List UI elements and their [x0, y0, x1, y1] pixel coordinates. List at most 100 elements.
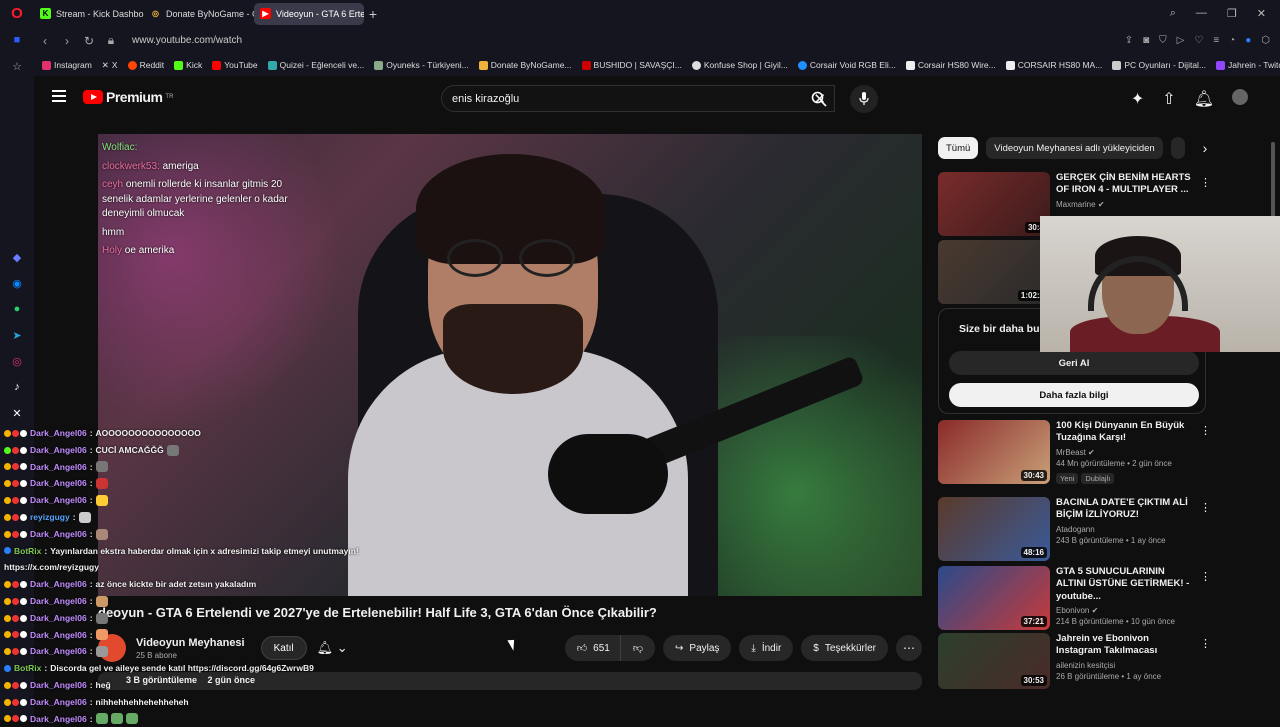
video-thumbnail[interactable]: 30:53	[938, 633, 1050, 689]
video-menu-icon[interactable]: ⋮	[1200, 570, 1211, 583]
emote-icon	[78, 511, 91, 523]
related-video[interactable]: 48:16 BACINLA DATE'E ÇIKTIM ALİ BİÇİM İZ…	[938, 497, 1268, 561]
search-input[interactable]: enis kirazoğlu	[452, 93, 519, 105]
chat-badges	[4, 715, 27, 723]
bookmark-item[interactable]: BUSHIDO | SAVAŞÇI...	[581, 60, 682, 70]
back-icon[interactable]: ‹	[34, 34, 56, 48]
video-menu-icon[interactable]: ⋮	[1200, 424, 1211, 437]
related-video[interactable]: 30:53 Jahrein ve Ebonivon Instagram Takı…	[938, 633, 1268, 689]
bookmark-item[interactable]: Kick	[174, 60, 202, 70]
twitch-icon	[1216, 60, 1226, 70]
learn-more-button[interactable]: Daha fazla bilgi	[949, 383, 1199, 407]
undo-button[interactable]: Geri Al	[949, 351, 1199, 375]
telegram-icon[interactable]: ➤	[0, 322, 34, 348]
aria-icon[interactable]: ◆	[0, 244, 34, 270]
video-thumbnail[interactable]: 37:21	[938, 566, 1050, 630]
bookmark-item[interactable]: ✕ X	[102, 60, 118, 71]
chat-message: Dark_Angel06:	[4, 627, 424, 644]
bookmark-item[interactable]: YouTube	[212, 60, 258, 70]
scrollbar-thumb[interactable]	[1271, 142, 1275, 222]
camera-icon[interactable]: ◙	[1143, 35, 1149, 46]
bookmark-item[interactable]: PC Oyunları - Dijital...	[1112, 60, 1206, 70]
bookmark-item[interactable]: Quizei - Eğlenceli ve...	[267, 60, 364, 70]
share-button[interactable]: ↪ Paylaş	[663, 635, 732, 661]
search-button[interactable]	[799, 85, 839, 112]
bookmark-item[interactable]: Corsair HS80 Wire...	[905, 60, 996, 70]
more-actions-icon[interactable]: ⋯	[896, 635, 922, 661]
close-icon[interactable]: ✕	[1257, 7, 1266, 20]
download-button[interactable]: ⤓ İndir	[739, 635, 794, 661]
bookmark-item[interactable]: CORSAIR HS80 MA...	[1005, 60, 1102, 70]
messenger-icon[interactable]: ◉	[0, 270, 34, 296]
minimize-icon[interactable]: —	[1196, 7, 1207, 20]
video-menu-icon[interactable]: ⋮	[1200, 637, 1211, 650]
video-meta: 100 Kişi Dünyanın En Büyük Tuzağına Karş…	[1056, 420, 1196, 484]
extension-icon[interactable]: ✦	[1131, 89, 1144, 109]
menu-icon[interactable]: ≡	[1213, 35, 1219, 46]
menu-hamburger-icon[interactable]	[52, 90, 66, 102]
whatsapp-icon[interactable]: ●	[0, 296, 34, 322]
video-channel: Ebonivon ✔	[1056, 606, 1099, 616]
emote-icon	[125, 713, 138, 725]
url-field[interactable]: www.youtube.com/watch	[132, 35, 242, 46]
thanks-button[interactable]: $ Teşekkürler	[801, 635, 888, 661]
webcam-overlay	[1040, 216, 1280, 352]
bookmarks-star-icon[interactable]: ☆	[0, 53, 34, 79]
chat-message: Dark_Angel06:	[4, 643, 424, 660]
share-icon[interactable]: ⇪	[1125, 35, 1133, 46]
related-video[interactable]: 30:43 100 Kişi Dünyanın En Büyük Tuzağın…	[938, 420, 1268, 484]
extensions-icon[interactable]: ⬡	[1261, 35, 1270, 46]
profile-icon[interactable]: ◔	[1229, 35, 1235, 46]
like-button[interactable]: 👍︎ 651	[564, 635, 620, 661]
youtube-premium-logo[interactable]: Premium TR	[83, 89, 173, 105]
forward-icon[interactable]: ›	[56, 34, 78, 48]
instagram-icon	[42, 60, 51, 70]
player-icon[interactable]: ▷	[1177, 35, 1185, 46]
related-video[interactable]: 37:21 GTA 5 SUNUCULARININ ALTINI ÜSTÜNE …	[938, 566, 1268, 630]
shield-icon[interactable]: ⛉	[1159, 35, 1167, 46]
tab-videoyun[interactable]: ▶ Videoyun - GTA 6 Erte	[254, 2, 364, 25]
bookmark-item[interactable]: Corsair Void RGB Eli...	[797, 60, 896, 70]
bookmark-item[interactable]: Jahrein - Twitch	[1216, 60, 1280, 70]
bookmark-item[interactable]: Konfuse Shop | Giyil...	[691, 60, 788, 70]
search-box[interactable]: enis kirazoğlu ✕	[441, 85, 835, 112]
chip-uploader[interactable]: Videoyun Meyhanesi adlı yükleyiciden	[986, 137, 1163, 159]
video-thumbnail[interactable]: 1:02:2	[938, 240, 1050, 304]
bookmark-item[interactable]: Reddit	[127, 60, 164, 70]
video-thumbnail[interactable]: 30:4	[938, 172, 1050, 236]
bookmark-item[interactable]: Donate ByNoGame...	[478, 60, 572, 70]
check-icon	[797, 60, 807, 70]
video-thumbnail[interactable]: 48:16	[938, 497, 1050, 561]
feedback-title: Size bir daha bu k	[959, 323, 1049, 335]
chip-all[interactable]: Tümü	[938, 137, 979, 159]
x-icon[interactable]: ✕	[0, 400, 34, 426]
home-icon[interactable]: ■	[0, 27, 34, 53]
avatar[interactable]	[1232, 89, 1248, 105]
video-thumbnail[interactable]: 30:43	[938, 420, 1050, 484]
opera-logo-icon[interactable]: O	[0, 0, 34, 27]
kick-icon: K	[40, 8, 51, 19]
video-menu-icon[interactable]: ⋮	[1200, 176, 1211, 189]
bookmark-item[interactable]: Instagram	[42, 60, 92, 70]
corsair-icon	[905, 60, 915, 70]
bookmark-item[interactable]: Oyuneks - Türkiyeni...	[374, 60, 469, 70]
maximize-icon[interactable]: ❐	[1227, 7, 1237, 20]
new-tab-button[interactable]: +	[364, 6, 382, 22]
reddit-icon	[127, 60, 137, 70]
notifications-bell-icon[interactable]: 🔔︎	[1194, 89, 1214, 109]
vpn-icon[interactable]: ●	[1245, 35, 1251, 46]
dislike-button[interactable]: 👎︎	[619, 635, 656, 661]
tab-donate-bynogame[interactable]: ◎ Donate ByNoGame - Geli	[144, 3, 254, 25]
video-menu-icon[interactable]: ⋮	[1200, 501, 1211, 514]
window-controls: ⌕ — ❐ ✕	[1170, 7, 1280, 20]
tab-kick-dashboard[interactable]: K Stream - Kick Dashboard	[34, 3, 144, 25]
upload-icon[interactable]: ⇧	[1162, 89, 1175, 109]
reload-icon[interactable]: ↻	[78, 34, 100, 48]
chevron-right-icon[interactable]: ›	[1203, 140, 1208, 156]
instagram-icon[interactable]: ◎	[0, 348, 34, 374]
tiktok-icon[interactable]: ♪	[0, 374, 34, 400]
voice-search-button[interactable]	[850, 85, 878, 113]
chip-more[interactable]	[1170, 137, 1185, 159]
search-tabs-icon[interactable]: ⌕	[1170, 7, 1176, 20]
heart-icon[interactable]: ♡	[1194, 35, 1203, 46]
